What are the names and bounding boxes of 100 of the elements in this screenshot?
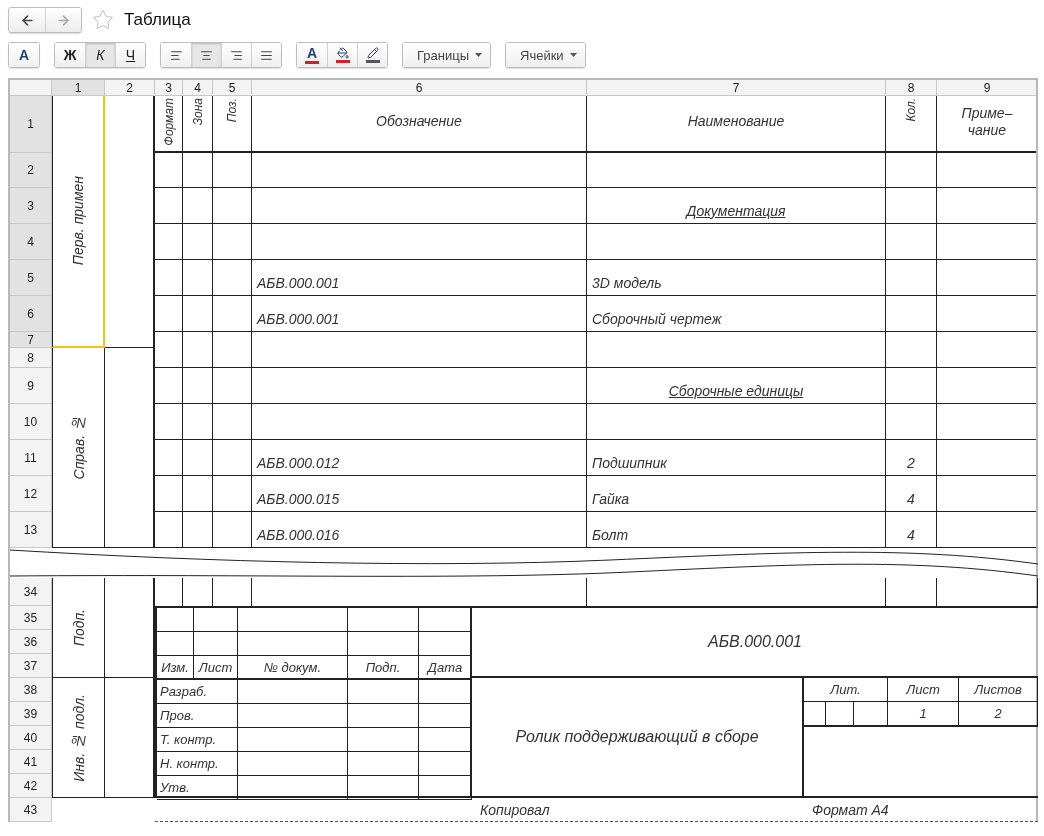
column-title: Наименование <box>687 113 785 130</box>
column-header[interactable]: 5 <box>213 80 252 96</box>
column-header[interactable]: 8 <box>886 80 937 96</box>
table-cell <box>155 260 183 296</box>
quantity-text: 4 <box>907 526 915 543</box>
paint-bucket-icon <box>336 47 349 59</box>
row-header[interactable]: 4 <box>10 224 52 260</box>
column-header[interactable]: 4 <box>183 80 213 96</box>
column-header[interactable]: 3 <box>155 80 183 96</box>
table-cell <box>348 752 419 776</box>
item-name-text: Подшипник <box>592 454 667 471</box>
row-header[interactable]: 36 <box>10 630 52 654</box>
column-header[interactable]: 6 <box>252 80 587 96</box>
table-cell <box>155 476 183 512</box>
row-header[interactable]: 8 <box>10 348 52 368</box>
table-cell <box>183 476 213 512</box>
text-color-button[interactable]: A <box>297 43 327 67</box>
column-header[interactable]: 2 <box>105 80 155 96</box>
row-header[interactable]: 9 <box>10 368 52 404</box>
row-header[interactable]: 2 <box>10 153 52 188</box>
row-header[interactable]: 11 <box>10 440 52 476</box>
table-cell <box>155 224 183 260</box>
table-cell <box>348 728 419 752</box>
row-header[interactable]: 12 <box>10 476 52 512</box>
title-block-label: № докум. <box>263 659 322 675</box>
table-cell <box>155 188 183 224</box>
table-cell <box>886 224 937 260</box>
role-label: Т. контр. <box>160 732 217 747</box>
dropdown-button[interactable]: Границы <box>403 43 490 67</box>
title-block-label: Подп. <box>365 659 401 675</box>
column-title: Приме– чание <box>961 105 1013 138</box>
fill-color-button[interactable] <box>327 43 357 67</box>
margin-cell[interactable]: Справ. № <box>52 348 105 548</box>
star-icon[interactable] <box>92 9 114 31</box>
row-header[interactable]: 34 <box>10 578 52 606</box>
margin-cell[interactable]: Подп. <box>52 578 105 678</box>
align-right-icon <box>230 48 243 62</box>
column-header[interactable]: 7 <box>587 80 886 96</box>
pencil-icon <box>366 47 379 59</box>
table-cell <box>213 188 252 224</box>
italic-button[interactable]: К <box>85 43 115 67</box>
font-button[interactable]: A <box>9 43 39 67</box>
row-header[interactable]: 3 <box>10 188 52 224</box>
back-button[interactable] <box>9 8 45 32</box>
section-heading: Сборочные единицы <box>668 382 804 399</box>
item-name-text: Сборочный чертеж <box>592 310 722 327</box>
row-header[interactable]: 35 <box>10 606 52 630</box>
row-header[interactable]: 6 <box>10 296 52 332</box>
align-right-button[interactable] <box>221 43 251 67</box>
role-label: Утв. <box>160 780 190 795</box>
sheet-number: 1 <box>919 706 927 721</box>
column-title: Поз. <box>225 98 239 123</box>
align-center-icon <box>200 48 213 62</box>
underline-button[interactable]: Ч <box>115 43 145 67</box>
title-block-label: Лит. <box>830 682 861 697</box>
designation-text: АБВ.000.001 <box>257 274 340 291</box>
justify-icon <box>260 48 273 62</box>
quantity-text: 4 <box>907 490 915 507</box>
justify-button[interactable] <box>251 43 281 67</box>
designation-text: АБВ.000.001 <box>257 310 340 327</box>
row-header[interactable]: 10 <box>10 404 52 440</box>
row-header[interactable]: 37 <box>10 654 52 678</box>
table-cell <box>213 368 252 404</box>
table-cell <box>183 332 213 368</box>
bold-button[interactable]: Ж <box>55 43 85 67</box>
column-header[interactable]: 9 <box>937 80 1036 96</box>
row-header[interactable]: 39 <box>10 702 52 726</box>
row-header[interactable]: 7 <box>10 332 52 348</box>
table-cell <box>183 296 213 332</box>
margin-cell[interactable]: Инв. № подл. <box>52 678 105 798</box>
row-header[interactable]: 5 <box>10 260 52 296</box>
pen-button[interactable] <box>357 43 387 67</box>
row-header[interactable]: 43 <box>10 798 52 822</box>
margin-cell[interactable]: Перв. примен <box>52 96 105 348</box>
column-title: Зона <box>190 98 205 126</box>
row-header[interactable]: 40 <box>10 726 52 750</box>
dropdown-button[interactable]: Ячейки <box>506 43 585 67</box>
row-header[interactable]: 13 <box>10 512 52 548</box>
caret-icon <box>569 53 577 57</box>
title-block-label: Дата <box>427 659 463 675</box>
section-heading: Документация <box>686 202 786 219</box>
footer-label: Формат А4 <box>811 800 890 820</box>
title-block-label: Лист <box>198 659 233 675</box>
row-header[interactable]: 42 <box>10 774 52 798</box>
role-label: Н. контр. <box>160 756 219 771</box>
row-header[interactable]: 41 <box>10 750 52 774</box>
row-header[interactable]: 38 <box>10 678 52 702</box>
arrow-left-icon <box>19 12 35 28</box>
align-left-button[interactable] <box>161 43 191 67</box>
table-cell <box>155 332 183 368</box>
row-header[interactable]: 1 <box>10 96 52 153</box>
sheet-count: 2 <box>994 706 1002 721</box>
table-cell <box>886 332 937 368</box>
table-cell <box>155 296 183 332</box>
table-cell <box>155 440 183 476</box>
designation-text: АБВ.000.012 <box>257 454 340 471</box>
margin-label: Подп. <box>70 608 87 647</box>
align-center-button[interactable] <box>191 43 221 67</box>
column-header[interactable]: 1 <box>52 80 105 96</box>
table-cell <box>155 404 183 440</box>
